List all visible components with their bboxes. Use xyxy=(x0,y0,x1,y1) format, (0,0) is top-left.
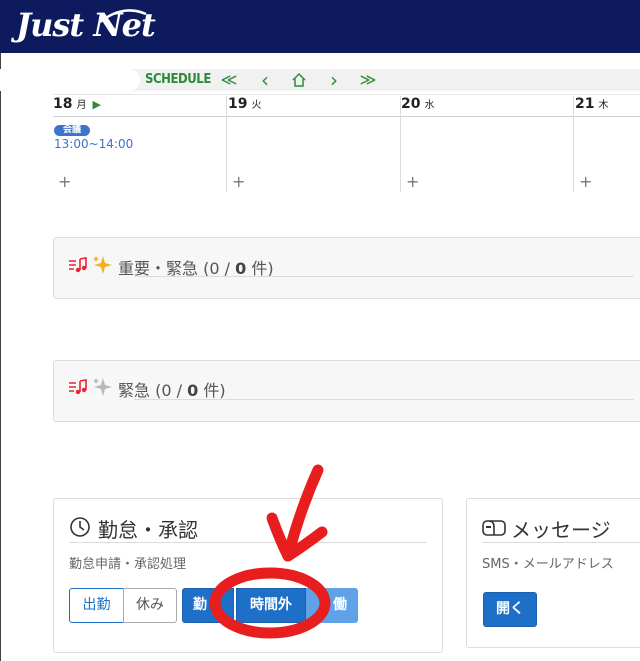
calendar-col-divider xyxy=(573,96,574,192)
left-border xyxy=(0,53,1,661)
today-marker-icon: ▶ xyxy=(92,98,101,111)
overtime-button[interactable]: 時間外 xyxy=(236,588,306,623)
widget-divider xyxy=(69,542,427,543)
labor-button[interactable]: 働 xyxy=(306,588,358,623)
app-header: Just Net xyxy=(0,0,640,53)
attendance-widget: 勤怠・承認 勤怠申請・承認処理 xyxy=(53,498,443,653)
sparkle-gray-icon xyxy=(93,378,112,396)
work-button[interactable]: 勤 xyxy=(182,588,234,623)
add-event-button[interactable]: + xyxy=(58,172,71,191)
calendar-header-line xyxy=(53,116,640,117)
calendar-top-line xyxy=(53,94,640,95)
nav-last-button[interactable]: ≫ xyxy=(359,70,377,90)
clock-in-button[interactable]: 出勤 xyxy=(69,588,124,623)
logo-swoosh-icon xyxy=(99,9,147,23)
day-header-20[interactable]: 20 水 xyxy=(401,96,434,116)
important-urgent-card[interactable]: 重要・緊急 (0 / 0 件) xyxy=(53,237,640,299)
event-time[interactable]: 13:00~14:00 xyxy=(54,137,133,151)
priority-list-icon xyxy=(69,257,87,273)
priority-list-icon xyxy=(69,379,87,395)
rest-button[interactable]: 休み xyxy=(123,588,177,623)
add-event-button[interactable]: + xyxy=(579,172,592,191)
calendar-col-divider xyxy=(400,96,401,192)
clock-icon xyxy=(70,517,90,537)
add-event-button[interactable]: + xyxy=(232,172,245,191)
nav-first-button[interactable]: ≪ xyxy=(220,70,238,90)
message-subtitle: SMS・メールアドレス xyxy=(482,557,614,572)
nav-prev-button[interactable]: ‹ xyxy=(256,70,274,90)
sparkle-icon xyxy=(93,256,112,274)
attendance-subtitle: 勤怠申請・承認処理 xyxy=(69,557,187,572)
card-divider xyxy=(134,276,634,277)
day-header-18[interactable]: 18 月 ▶ xyxy=(53,96,101,116)
urgent-card[interactable]: 緊急 (0 / 0 件) xyxy=(53,360,640,422)
card-divider xyxy=(134,399,634,400)
mailbox-icon xyxy=(482,520,506,536)
message-title: メッセージ xyxy=(511,518,611,542)
nav-home-button[interactable] xyxy=(290,70,308,90)
widget-divider xyxy=(482,542,640,543)
schedule-title[interactable]: SCHEDULE xyxy=(145,72,211,87)
schedule-toolbar-pill xyxy=(0,69,140,91)
calendar-col-divider xyxy=(226,96,227,192)
day-header-21[interactable]: 21 木 xyxy=(575,96,608,116)
urgent-title: 緊急 (0 / 0 件) xyxy=(118,381,226,400)
day-header-19[interactable]: 19 火 xyxy=(228,96,261,116)
attendance-title: 勤怠・承認 xyxy=(98,518,198,542)
home-icon xyxy=(292,72,306,87)
add-event-button[interactable]: + xyxy=(406,172,419,191)
open-message-button[interactable]: 開く xyxy=(483,592,537,627)
nav-next-button[interactable]: › xyxy=(325,70,343,90)
event-badge[interactable]: 会議 xyxy=(54,125,90,136)
